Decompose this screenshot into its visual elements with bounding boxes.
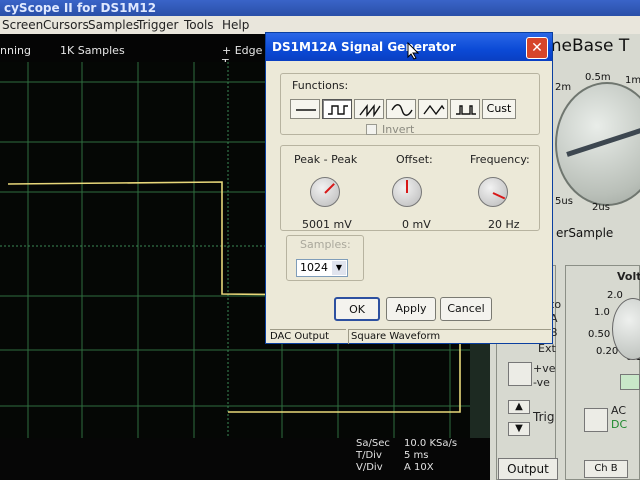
frequency-value: 20 Hz <box>488 218 520 231</box>
offset-value: 0 mV <box>402 218 431 231</box>
volt-title: Volt <box>617 270 640 283</box>
menu-cursors[interactable]: Cursors <box>43 16 89 34</box>
samples-label: Samples: <box>300 238 351 251</box>
trig-level-down[interactable]: ▼ <box>508 422 530 436</box>
channel-b-button[interactable]: Ch B <box>584 460 628 478</box>
menu-trigger[interactable]: Trigger <box>137 16 178 34</box>
timebase-label-5us: 5us <box>555 196 573 207</box>
scope-status-bar: nning 1K Samples + Edge T <box>0 34 270 70</box>
output-button[interactable]: Output <box>498 458 558 480</box>
sine-wave-button[interactable] <box>386 99 416 119</box>
peak-knob-pointer <box>324 183 335 194</box>
signal-generator-dialog: DS1M12A Signal Generator ✕ Functions: Cu… <box>265 32 553 344</box>
menu-help[interactable]: Help <box>222 16 249 34</box>
status-waveform: Square Waveform <box>348 329 551 344</box>
menu-screen[interactable]: Screen <box>2 16 43 34</box>
app-title-bar: cyScope II for DS1M12 <box>0 0 640 16</box>
volt-label-2: 2.0 <box>607 290 623 301</box>
triangle-wave-button[interactable] <box>418 99 448 119</box>
readout-sa-sec: Sa/Sec 10.0 KSa/s <box>356 438 458 449</box>
oversample-label: erSample <box>556 226 614 240</box>
menu-samples[interactable]: Samples <box>88 16 139 34</box>
pulse-wave-button[interactable] <box>450 99 480 119</box>
timebase-needle <box>566 124 640 157</box>
offset-label: Offset: <box>396 153 433 166</box>
timebase-label-1m: 1m <box>625 75 640 86</box>
status-dac-output: DAC Output <box>270 329 346 344</box>
peak-peak-knob[interactable] <box>310 177 340 207</box>
timebase-title: meBase T <box>545 36 630 56</box>
close-icon[interactable]: ✕ <box>526 37 548 59</box>
slope-toggle[interactable] <box>508 362 532 386</box>
invert-label: Invert <box>382 123 415 136</box>
ok-button[interactable]: OK <box>334 297 380 321</box>
volt-label-050: 0.50 <box>588 329 611 340</box>
offset-knob[interactable] <box>392 177 422 207</box>
readout-t-div: T/Div 5 ms <box>356 450 429 461</box>
samples-select[interactable]: 1024 ▼ <box>296 259 348 277</box>
app-title: cyScope II for DS1M12 <box>4 1 157 15</box>
sine-wave-icon <box>391 104 413 116</box>
menu-tools[interactable]: Tools <box>184 16 214 34</box>
square-wave-button[interactable] <box>322 99 352 119</box>
peak-peak-value: 5001 mV <box>302 218 352 231</box>
coupling-dc: DC <box>611 418 628 431</box>
square-wave-icon <box>328 105 348 115</box>
custom-wave-button[interactable]: Cust <box>482 99 516 119</box>
channel-enable-toggle[interactable] <box>620 374 640 390</box>
frequency-label: Frequency: <box>470 153 530 166</box>
functions-label: Functions: <box>292 79 349 92</box>
chevron-down-icon[interactable]: ▼ <box>332 261 346 275</box>
timebase-label-2m: 2m <box>555 82 572 93</box>
frequency-knob-pointer <box>492 192 506 200</box>
coupling-toggle[interactable] <box>584 408 608 432</box>
readout-v-div: V/Div A 10X <box>356 462 434 473</box>
triangle-wave-icon <box>423 104 445 116</box>
sawtooth-wave-icon <box>359 103 381 117</box>
samples-select-value: 1024 <box>300 261 328 274</box>
scope-readout-area: Sa/Sec 10.0 KSa/s T/Div 5 ms V/Div A 10X <box>0 438 490 480</box>
coupling-ac: AC <box>611 404 627 417</box>
slope-minus-label: -ve <box>533 376 550 389</box>
sample-count: 1K Samples <box>60 44 125 57</box>
voltage-panel <box>565 265 640 480</box>
volt-label-1: 1.0 <box>594 307 610 318</box>
apply-button[interactable]: Apply <box>386 297 436 321</box>
dc-wave-button[interactable] <box>290 99 320 119</box>
slope-plus-label: +ve <box>533 362 556 375</box>
dialog-title: DS1M12A Signal Generator <box>272 40 456 54</box>
volt-label-020: 0.20 <box>596 346 619 357</box>
dc-wave-icon <box>296 109 316 111</box>
peak-peak-label: Peak - Peak <box>294 153 358 166</box>
pulse-wave-icon <box>456 105 476 115</box>
trig-label: Trig <box>533 410 555 424</box>
mouse-cursor-icon <box>407 42 419 60</box>
frequency-knob[interactable] <box>478 177 508 207</box>
offset-knob-pointer <box>406 180 408 193</box>
trig-level-up[interactable]: ▲ <box>508 400 530 414</box>
invert-checkbox[interactable] <box>366 124 377 135</box>
run-status: nning <box>0 44 31 57</box>
cancel-button[interactable]: Cancel <box>440 297 492 321</box>
timebase-label-2us: 2us <box>592 202 610 213</box>
sawtooth-wave-button[interactable] <box>354 99 384 119</box>
